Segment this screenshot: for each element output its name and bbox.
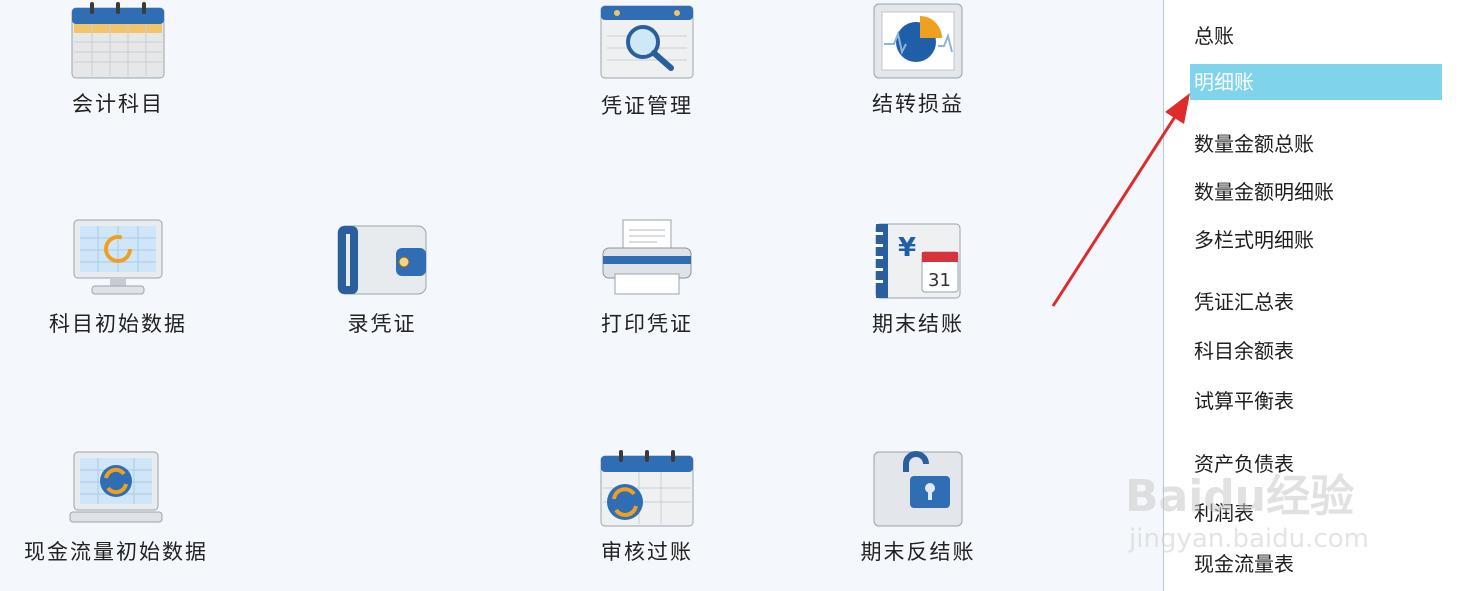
calendar-icon	[70, 2, 166, 82]
tile-voucher-manage[interactable]: 凭证管理	[537, 2, 757, 132]
tile-label: 结转损益	[872, 92, 964, 116]
tile-label: 录凭证	[347, 312, 417, 336]
tile-reverse-close[interactable]: 期末反结账	[808, 450, 1028, 580]
tile-label: 期末反结账	[860, 540, 976, 564]
tile-cashflow-opening[interactable]: 现金流量初始数据	[6, 450, 226, 580]
tile-period-close[interactable]: ¥ 31 期末结账	[808, 222, 1028, 352]
unlock-icon	[870, 450, 966, 530]
printer-icon	[599, 218, 695, 298]
monitor-icon	[70, 218, 166, 298]
wallet-icon	[334, 222, 430, 302]
sidebar-item-general-ledger[interactable]: 总账	[1194, 20, 1234, 49]
report-sidebar: 总账 明细账 数量金额总账 数量金额明细账 多栏式明细账 凭证汇总表 科目余额表…	[1163, 0, 1464, 591]
tile-label: 打印凭证	[601, 312, 693, 336]
tile-review-post[interactable]: 审核过账	[537, 450, 757, 580]
calendar-refresh-icon	[599, 450, 695, 530]
tile-label: 会计科目	[72, 92, 164, 116]
sidebar-item-balance-sheet[interactable]: 资产负债表	[1194, 448, 1294, 477]
tile-label: 凭证管理	[601, 94, 693, 118]
pie-chart-icon	[870, 2, 966, 82]
sidebar-item-qty-amount-general-ledger[interactable]: 数量金额总账	[1194, 128, 1314, 157]
sidebar-item-cashflow-statement[interactable]: 现金流量表	[1194, 548, 1294, 577]
sidebar-item-voucher-summary[interactable]: 凭证汇总表	[1194, 286, 1294, 315]
tile-label: 期末结账	[872, 312, 964, 336]
tile-opening-balance[interactable]: 科目初始数据	[8, 218, 228, 348]
tile-carry-forward[interactable]: 结转损益	[808, 2, 1028, 132]
tile-label: 审核过账	[601, 540, 693, 564]
svg-text:¥: ¥	[898, 233, 916, 263]
ledger-calendar-icon: ¥ 31	[870, 222, 966, 302]
tile-print-voucher[interactable]: 打印凭证	[537, 218, 757, 348]
tile-accounts[interactable]: 会计科目	[8, 2, 228, 132]
sidebar-item-detail-ledger[interactable]: 明细账	[1190, 64, 1442, 100]
sidebar-item-income-statement[interactable]: 利润表	[1194, 497, 1254, 526]
tile-enter-voucher[interactable]: 录凭证	[272, 222, 492, 352]
tile-label: 科目初始数据	[49, 312, 187, 336]
function-panel: 会计科目 凭证管理 结转损益 科目初始数据 录凭证 打印凭证 ¥ 31 期末结账…	[0, 0, 1163, 591]
sidebar-item-multi-column-detail-ledger[interactable]: 多栏式明细账	[1194, 224, 1314, 253]
magnifier-document-icon	[599, 2, 695, 82]
laptop-refresh-icon	[68, 450, 164, 530]
svg-text:31: 31	[928, 270, 951, 291]
sidebar-item-trial-balance[interactable]: 试算平衡表	[1194, 385, 1294, 414]
sidebar-item-account-balance[interactable]: 科目余额表	[1194, 335, 1294, 364]
tile-label: 现金流量初始数据	[24, 540, 208, 564]
sidebar-item-qty-amount-detail-ledger[interactable]: 数量金额明细账	[1194, 176, 1334, 205]
